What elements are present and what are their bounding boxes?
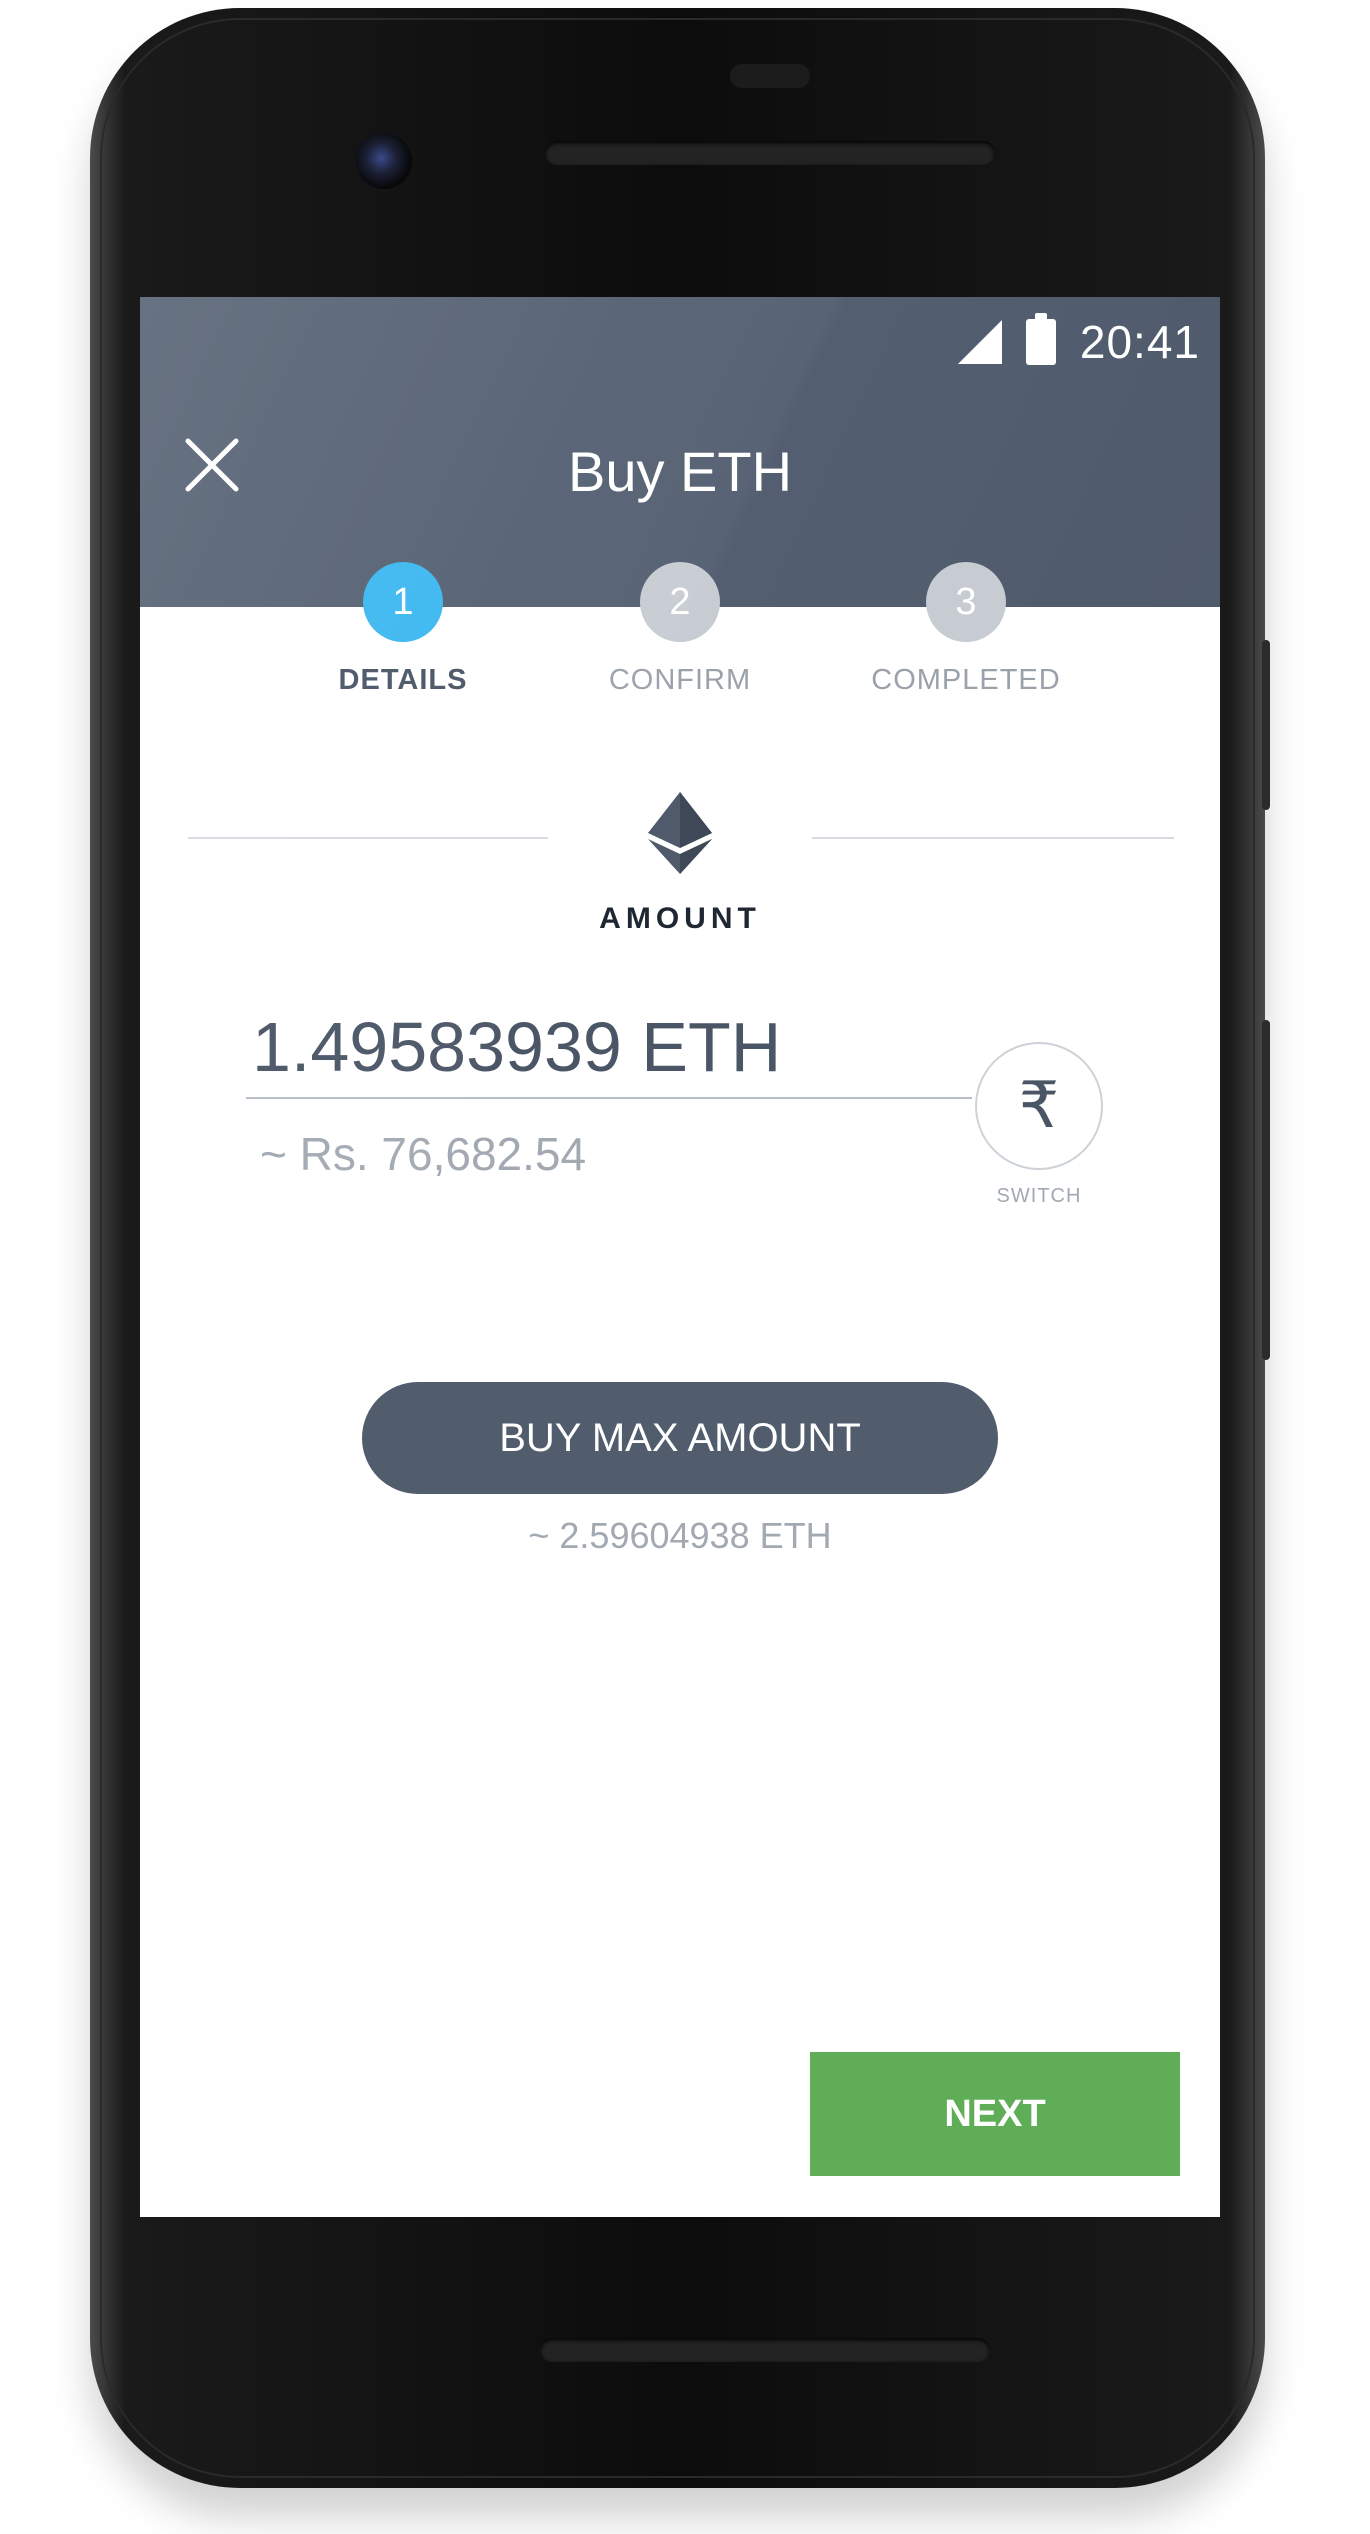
amount-label: AMOUNT [599,902,761,935]
step-number: 3 [926,562,1006,642]
device-mockup: 20:41 Buy ETH 1 DETAILS 2 CONFIRM 3 COMP… [0,0,1370,2534]
front-camera [356,133,412,189]
step-details: 1 DETAILS [273,562,533,697]
step-label: COMPLETED [871,664,1061,696]
app-header: 20:41 Buy ETH [140,297,1220,607]
volume-button [1262,1020,1270,1360]
status-bar: 20:41 [957,307,1200,377]
next-button[interactable]: NEXT [810,2052,1180,2176]
signal-icon [957,320,1002,364]
step-number: 2 [640,562,720,642]
switch-label: SWITCH [996,1185,1082,1207]
buy-max-amount-button[interactable]: BUY MAX AMOUNT [362,1382,998,1494]
max-amount-note: ~ 2.59604938 ETH [528,1515,832,1556]
step-label: CONFIRM [608,664,752,696]
ethereum-icon [648,792,712,874]
proximity-sensor [730,64,810,88]
step-confirm: 2 CONFIRM [550,562,810,697]
page-title: Buy ETH [567,440,793,503]
section-divider [188,837,548,839]
earpiece-speaker [545,141,995,165]
power-button [1262,640,1270,810]
step-number: 1 [363,562,443,642]
step-completed: 3 COMPLETED [836,562,1096,697]
rupee-icon: ₹ [1018,1069,1060,1143]
status-time: 20:41 [1079,316,1200,368]
app-screen: 20:41 Buy ETH 1 DETAILS 2 CONFIRM 3 COMP… [140,297,1220,2217]
fiat-equivalent: ~ Rs. 76,682.54 [260,1128,587,1180]
bottom-speaker [540,2338,990,2362]
switch-currency-button[interactable]: ₹ [975,1042,1103,1170]
section-divider [812,837,1174,839]
step-label: DETAILS [338,664,468,696]
progress-stepper: 1 DETAILS 2 CONFIRM 3 COMPLETED [140,562,1220,722]
amount-input[interactable] [246,1007,972,1099]
battery-icon [1025,313,1056,365]
